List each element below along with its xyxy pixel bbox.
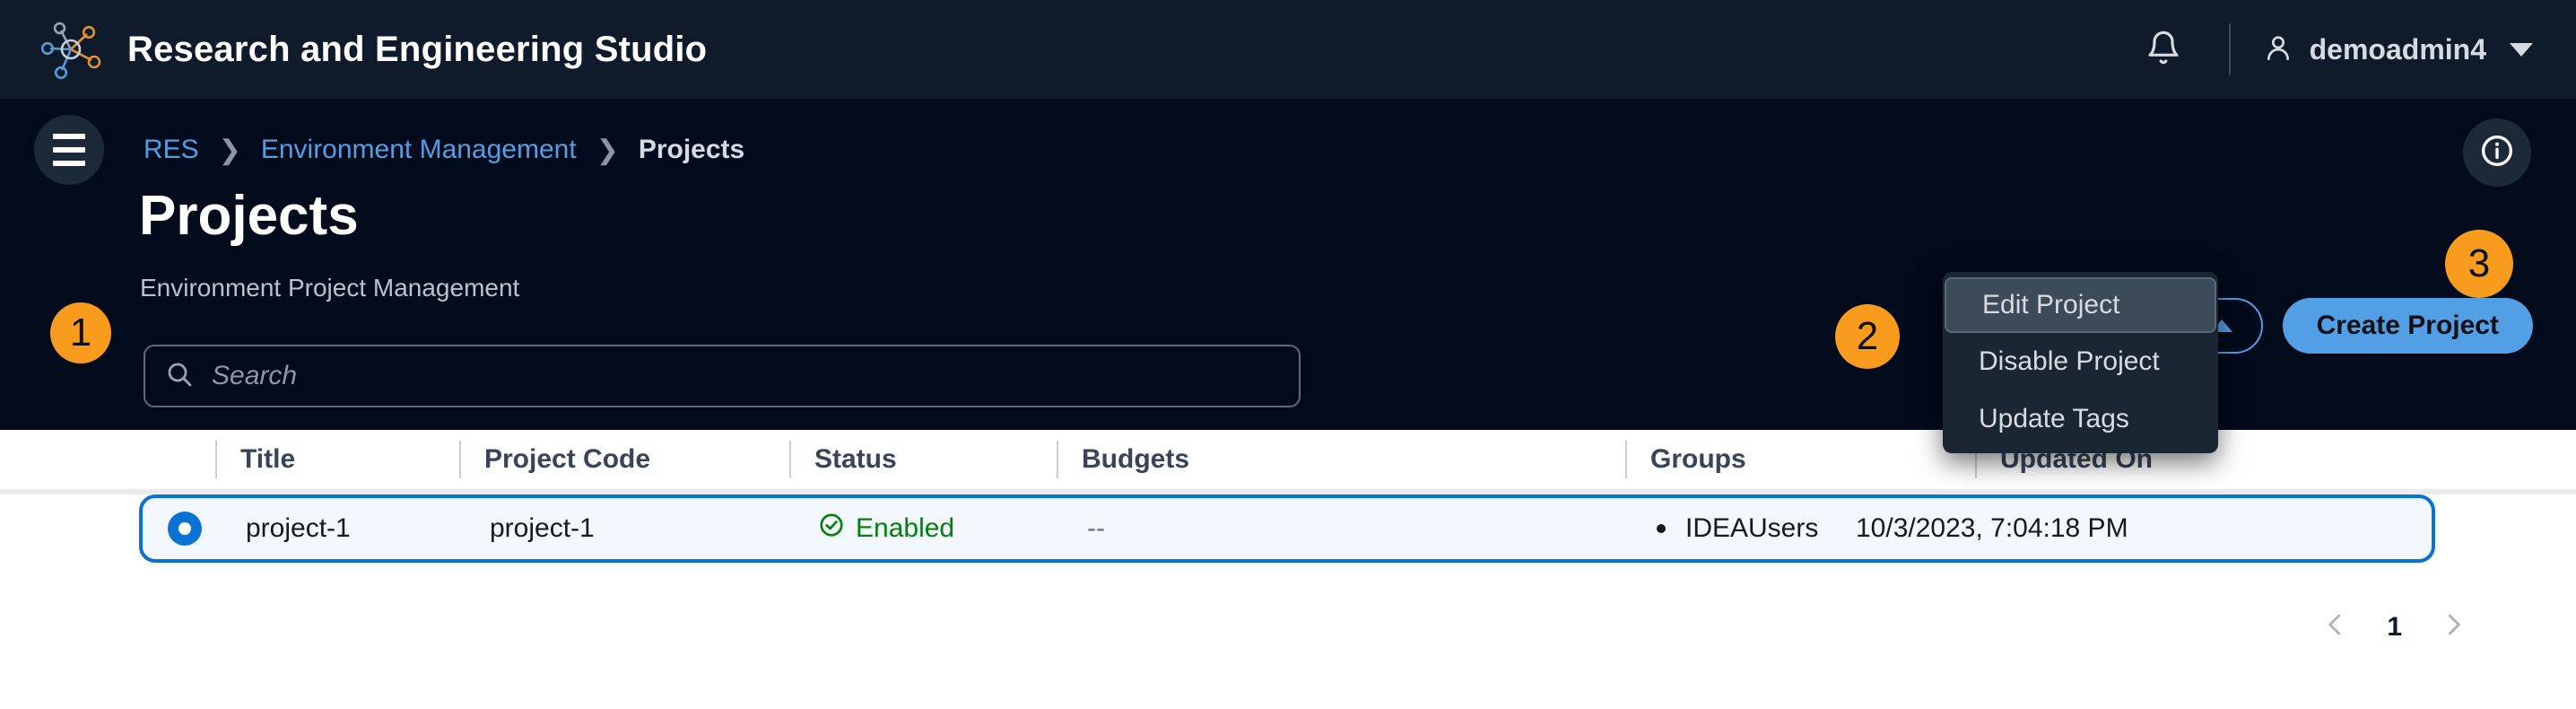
bullet-icon bbox=[1657, 524, 1666, 533]
create-project-label: Create Project bbox=[2316, 311, 2499, 340]
chevron-right-icon[interactable] bbox=[2440, 609, 2467, 644]
notifications-button[interactable] bbox=[2130, 16, 2197, 83]
app-header: Research and Engineering Studio demoadmi… bbox=[0, 0, 2576, 99]
caret-down-icon bbox=[2510, 42, 2533, 57]
cell-status-label: Enabled bbox=[856, 513, 955, 543]
brand[interactable]: Research and Engineering Studio bbox=[0, 16, 707, 83]
radio-inner-dot bbox=[178, 522, 191, 535]
user-name-label: demoadmin4 bbox=[2309, 32, 2486, 66]
menu-item-update-tags[interactable]: Update Tags bbox=[1943, 390, 2218, 448]
breadcrumb-item-projects: Projects bbox=[638, 135, 745, 164]
cell-title: project-1 bbox=[246, 513, 351, 543]
user-avatar-icon bbox=[2263, 31, 2293, 68]
pagination-bottom-page[interactable]: 1 bbox=[2387, 612, 2402, 643]
header-actions: demoadmin4 bbox=[2130, 0, 2576, 99]
breadcrumb: RES ❯ Environment Management ❯ Projects bbox=[144, 135, 744, 166]
page-title: Projects bbox=[139, 185, 359, 247]
page-subtitle: Environment Project Management bbox=[140, 274, 520, 302]
table-row[interactable]: project-1 project-1 Enabled -- IDEAUsers… bbox=[139, 495, 2435, 563]
app-title: Research and Engineering Studio bbox=[127, 29, 708, 69]
actions-dropdown-menu: Edit Project Disable Project Update Tags bbox=[1943, 272, 2218, 453]
column-header-budgets[interactable]: Budgets bbox=[1057, 439, 1189, 480]
cell-budgets: -- bbox=[1087, 513, 1105, 543]
breadcrumb-item-res[interactable]: RES bbox=[144, 135, 199, 165]
column-header-project-code[interactable]: Project Code bbox=[459, 439, 650, 480]
column-header-title[interactable]: Title bbox=[215, 439, 295, 480]
cell-project-code: project-1 bbox=[490, 513, 595, 543]
column-header-status[interactable]: Status bbox=[789, 439, 897, 480]
cell-groups: IDEAUsers bbox=[1657, 513, 1818, 544]
search-icon bbox=[165, 360, 194, 393]
info-circle-icon bbox=[2479, 133, 2515, 173]
pagination-bottom: 1 bbox=[2322, 609, 2467, 644]
chevron-right-icon: ❯ bbox=[596, 135, 619, 165]
info-button[interactable] bbox=[2463, 118, 2531, 187]
column-header-groups[interactable]: Groups bbox=[1625, 439, 1746, 480]
breadcrumb-item-environment-management[interactable]: Environment Management bbox=[261, 135, 577, 165]
row-select-radio[interactable] bbox=[168, 512, 202, 546]
header-divider bbox=[2228, 23, 2231, 75]
callout-badge-2: 2 bbox=[1835, 304, 1900, 369]
menu-item-edit-project[interactable]: Edit Project bbox=[1945, 277, 2216, 333]
projects-table: Title Project Code Status Budgets Groups… bbox=[0, 430, 2576, 709]
chevron-right-icon: ❯ bbox=[218, 135, 241, 165]
menu-item-disable-project[interactable]: Disable Project bbox=[1943, 333, 2218, 390]
navigation-row: RES ❯ Environment Management ❯ Projects bbox=[0, 115, 2576, 185]
bell-icon bbox=[2145, 29, 2181, 71]
search-input[interactable]: Search bbox=[212, 361, 297, 391]
create-project-button[interactable]: Create Project bbox=[2282, 298, 2533, 354]
hamburger-menu-icon[interactable] bbox=[34, 115, 104, 185]
cell-groups-label: IDEAUsers bbox=[1685, 513, 1819, 543]
check-circle-icon bbox=[818, 512, 845, 546]
user-menu-button[interactable]: demoadmin4 bbox=[2263, 31, 2533, 68]
search-box[interactable]: Search bbox=[144, 345, 1301, 407]
chevron-left-icon[interactable] bbox=[2322, 609, 2349, 644]
callout-badge-1: 1 bbox=[50, 302, 111, 363]
cell-updated-on: 10/3/2023, 7:04:18 PM bbox=[1856, 513, 2128, 543]
callout-badge-3: 3 bbox=[2445, 230, 2513, 298]
molecule-network-icon bbox=[38, 16, 104, 83]
cell-status: Enabled bbox=[818, 512, 954, 546]
